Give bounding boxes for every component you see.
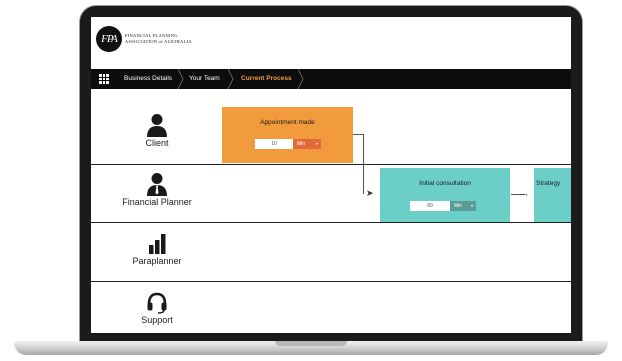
caret-down-icon: ▾: [470, 203, 473, 208]
breadcrumb-bar: Business Details Your Team Current Proce…: [91, 69, 571, 89]
breadcrumb-current-process[interactable]: Current Process: [241, 69, 292, 89]
breadcrumb-your-team[interactable]: Your Team: [189, 69, 220, 89]
arrow-right-icon: →: [521, 189, 529, 198]
step-title: Initial consultation: [419, 180, 471, 187]
row-divider: [91, 281, 571, 282]
person-icon: [147, 114, 167, 137]
flow-connector: [363, 134, 364, 194]
process-step-initial-consultation[interactable]: Initial consultation 60 Min ▾: [380, 168, 510, 222]
role-label: Financial Planner: [122, 197, 192, 207]
role-label: Support: [141, 315, 173, 325]
bar-chart-icon: [149, 234, 166, 254]
chevron-right-icon: [297, 69, 304, 89]
person-tie-icon: [147, 173, 167, 196]
role-label: Paraplanner: [132, 256, 182, 266]
row-divider: [91, 164, 571, 165]
process-step-appointment[interactable]: Appointment made 10 Min ▾: [222, 107, 353, 163]
duration-input[interactable]: 10: [255, 139, 293, 149]
duration-unit-label: Min: [454, 203, 463, 209]
arrow-right-icon: ➤: [366, 188, 374, 198]
app-screen: FPA FINANCIAL PLANNING ASSOCIATION of AU…: [91, 17, 571, 333]
logo-line-2: ASSOCIATION of AUSTRALIA: [125, 38, 192, 44]
step-title: Strategy: [536, 180, 561, 187]
chevron-right-icon: [177, 69, 184, 89]
breadcrumb-business-details[interactable]: Business Details: [124, 69, 172, 89]
duration-unit-select[interactable]: Min ▾: [293, 139, 321, 149]
step-title: Appointment made: [260, 119, 315, 126]
fpa-logo-icon[interactable]: FPA: [96, 26, 122, 52]
caret-down-icon: ▾: [315, 141, 318, 146]
chevron-right-icon: [227, 69, 234, 89]
duration-input[interactable]: 60: [410, 201, 450, 211]
process-step-strategy[interactable]: Strategy: [534, 168, 571, 222]
apps-grid-icon[interactable]: [99, 74, 109, 84]
duration-unit-label: Min: [297, 141, 306, 147]
headset-icon: [147, 292, 167, 314]
logo-text: FINANCIAL PLANNING ASSOCIATION of AUSTRA…: [125, 33, 192, 44]
duration-unit-select[interactable]: Min ▾: [450, 201, 476, 211]
role-paraplanner: Paraplanner: [113, 233, 201, 266]
laptop-notch: [275, 341, 347, 346]
role-client: Client: [113, 113, 201, 148]
role-financial-planner: Financial Planner: [113, 172, 201, 207]
role-label: Client: [145, 138, 169, 148]
app-header: FPA FINANCIAL PLANNING ASSOCIATION of AU…: [91, 17, 571, 69]
role-support: Support: [113, 291, 201, 325]
row-divider: [91, 222, 571, 223]
